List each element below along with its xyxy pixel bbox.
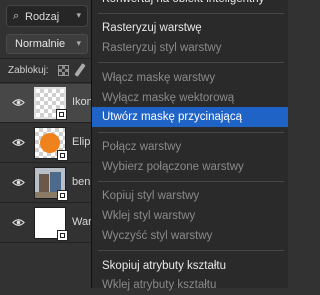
layer-row[interactable]: Elip (0, 124, 96, 162)
blend-mode-select[interactable]: Normalnie ▾ (6, 34, 88, 54)
divider (0, 58, 96, 59)
menu-separator (98, 132, 284, 133)
lock-transparent-pixels-icon[interactable] (58, 65, 69, 76)
layer-thumbnail (34, 167, 68, 201)
shape-layer-icon (57, 150, 68, 161)
layer-name[interactable]: Elip (72, 136, 90, 148)
search-icon: ⌕ (13, 10, 20, 22)
layer-name[interactable]: Ikon (72, 96, 93, 108)
menu-item-select-linked-layers: Wybierz połączone warstwy (102, 161, 244, 173)
menu-item-convert-to-smart-object[interactable]: Konwertuj na obiekt inteligentny (92, 0, 288, 9)
divider (0, 122, 96, 123)
layer-row[interactable]: Ikon (0, 84, 96, 122)
layer-thumbnail (34, 127, 68, 161)
menu-item-copy-layer-style: Kopiuj styl warstwy (102, 190, 200, 202)
layer-kind-filter[interactable]: ⌕ Rodzaj ▾ (6, 5, 88, 27)
menu-item-paste-shape-attributes: Wklej atrybuty kształtu (102, 279, 217, 291)
layer-kind-filter-value: Rodzaj (25, 11, 60, 23)
eye-icon[interactable] (12, 176, 25, 189)
menu-item-enable-layer-mask: Włącz maskę warstwy (102, 72, 216, 84)
menu-item-clear-layer-style: Wyczyść styl warstwy (102, 230, 213, 242)
menu-item-paste-layer-style: Wklej styl warstwy (102, 210, 196, 222)
shape-layer-icon (56, 109, 67, 120)
lock-row: Zablokuj: (0, 60, 96, 82)
menu-item-link-layers: Połącz warstwy (102, 141, 182, 153)
menu-separator (98, 13, 284, 14)
background-layer-icon (57, 230, 68, 241)
eye-icon[interactable] (12, 136, 25, 149)
eye-icon[interactable] (12, 96, 25, 109)
menu-item-rasterize-layer[interactable]: Rasteryzuj warstwę (92, 18, 288, 38)
menu-separator (98, 250, 284, 251)
menu-item-disable-vector-mask: Wyłącz maskę wektorową (102, 92, 235, 104)
eye-icon[interactable] (12, 216, 25, 229)
layer-name[interactable]: War (72, 216, 92, 228)
blend-mode-value: Normalnie (15, 38, 66, 50)
layer-name[interactable]: ben (72, 176, 90, 188)
chevron-down-icon: ▾ (76, 10, 81, 20)
smart-object-icon (57, 190, 68, 201)
layer-thumbnail (34, 87, 67, 120)
lock-image-pixels-icon[interactable] (74, 63, 86, 77)
layer-thumbnail (34, 207, 68, 241)
layer-row[interactable]: War (0, 204, 96, 242)
menu-separator (98, 181, 284, 182)
divider (0, 162, 96, 163)
divider (0, 202, 96, 203)
menu-item-copy-shape-attributes[interactable]: Skopiuj atrybuty kształtu (92, 256, 288, 276)
menu-separator (98, 62, 284, 63)
lock-label: Zablokuj: (8, 65, 49, 76)
divider (0, 82, 96, 83)
divider (0, 242, 96, 243)
chevron-down-icon: ▾ (76, 38, 81, 48)
layer-row[interactable]: ben (0, 164, 96, 202)
menu-item-create-clipping-mask[interactable]: Utwórz maskę przycinającą (92, 107, 288, 127)
menu-item-rasterize-layer-style: Rasteryzuj styl warstwy (102, 42, 222, 54)
layer-context-menu: Konwertuj na obiekt inteligentny Rastery… (91, 0, 288, 291)
